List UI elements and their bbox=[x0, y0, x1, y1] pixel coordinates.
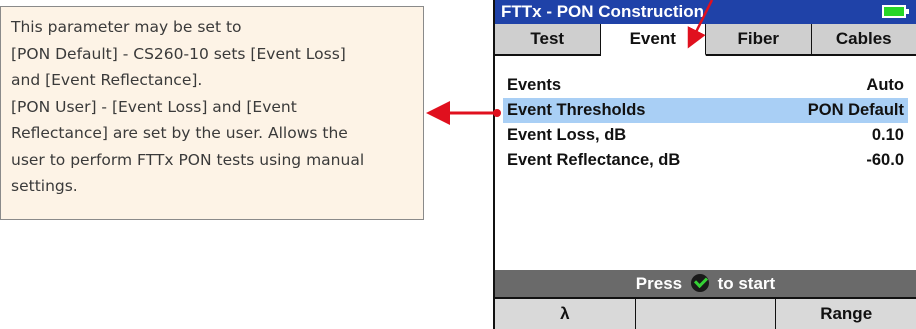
settings-list: Events Auto Event Thresholds PON Default… bbox=[503, 73, 908, 173]
softkey-bar: λ Range bbox=[495, 297, 916, 329]
tab-test[interactable]: Test bbox=[495, 24, 601, 54]
setting-label: Event Reflectance, dB bbox=[507, 151, 681, 169]
setting-label: Event Loss, dB bbox=[507, 126, 627, 144]
setting-row-events[interactable]: Events Auto bbox=[503, 73, 908, 98]
callout-line: user to perform FTTx PON tests using man… bbox=[11, 150, 365, 169]
window-title: FTTx - PON Construction bbox=[501, 2, 705, 21]
callout-line: [PON Default] - CS260-10 sets [Event Los… bbox=[11, 44, 346, 63]
softkey-wavelength[interactable]: λ bbox=[495, 299, 636, 329]
status-prefix: Press bbox=[635, 274, 683, 293]
setting-row-event-loss[interactable]: Event Loss, dB 0.10 bbox=[503, 123, 908, 148]
softkey-range[interactable]: Range bbox=[776, 299, 916, 329]
setting-value: PON Default bbox=[807, 101, 904, 119]
setting-row-event-reflectance[interactable]: Event Reflectance, dB -60.0 bbox=[503, 148, 908, 173]
callout-line: This parameter may be set to bbox=[11, 18, 242, 36]
setting-label: Events bbox=[507, 76, 562, 94]
callout-line: Reflectance] are set by the user. Allows… bbox=[11, 124, 348, 142]
callout-line: [PON User] - [Event Loss] and [Event bbox=[11, 97, 297, 116]
battery-icon bbox=[882, 5, 909, 18]
status-suffix: to start bbox=[717, 274, 776, 293]
callout-line: settings. bbox=[11, 177, 78, 195]
help-callout: This parameter may be set to [PON Defaul… bbox=[0, 6, 424, 220]
tab-event[interactable]: Event bbox=[600, 24, 706, 56]
tab-bar: Test Event Fiber Cables bbox=[495, 24, 916, 56]
callout-line: and [Event Reflectance]. bbox=[11, 71, 203, 89]
tab-fiber[interactable]: Fiber bbox=[706, 24, 812, 54]
softkey-blank[interactable] bbox=[636, 299, 777, 329]
setting-value: -60.0 bbox=[866, 151, 904, 169]
setting-row-event-thresholds[interactable]: Event Thresholds PON Default bbox=[503, 98, 908, 123]
setting-value: Auto bbox=[866, 76, 904, 94]
status-bar: Press to start bbox=[495, 270, 916, 297]
setting-value: 0.10 bbox=[871, 126, 904, 144]
device-screen: FTTx - PON Construction Test Event Fiber… bbox=[493, 0, 916, 329]
setting-label: Event Thresholds bbox=[507, 101, 646, 119]
tab-cables[interactable]: Cables bbox=[811, 24, 916, 54]
check-icon bbox=[690, 274, 709, 292]
title-bar: FTTx - PON Construction bbox=[495, 0, 916, 24]
